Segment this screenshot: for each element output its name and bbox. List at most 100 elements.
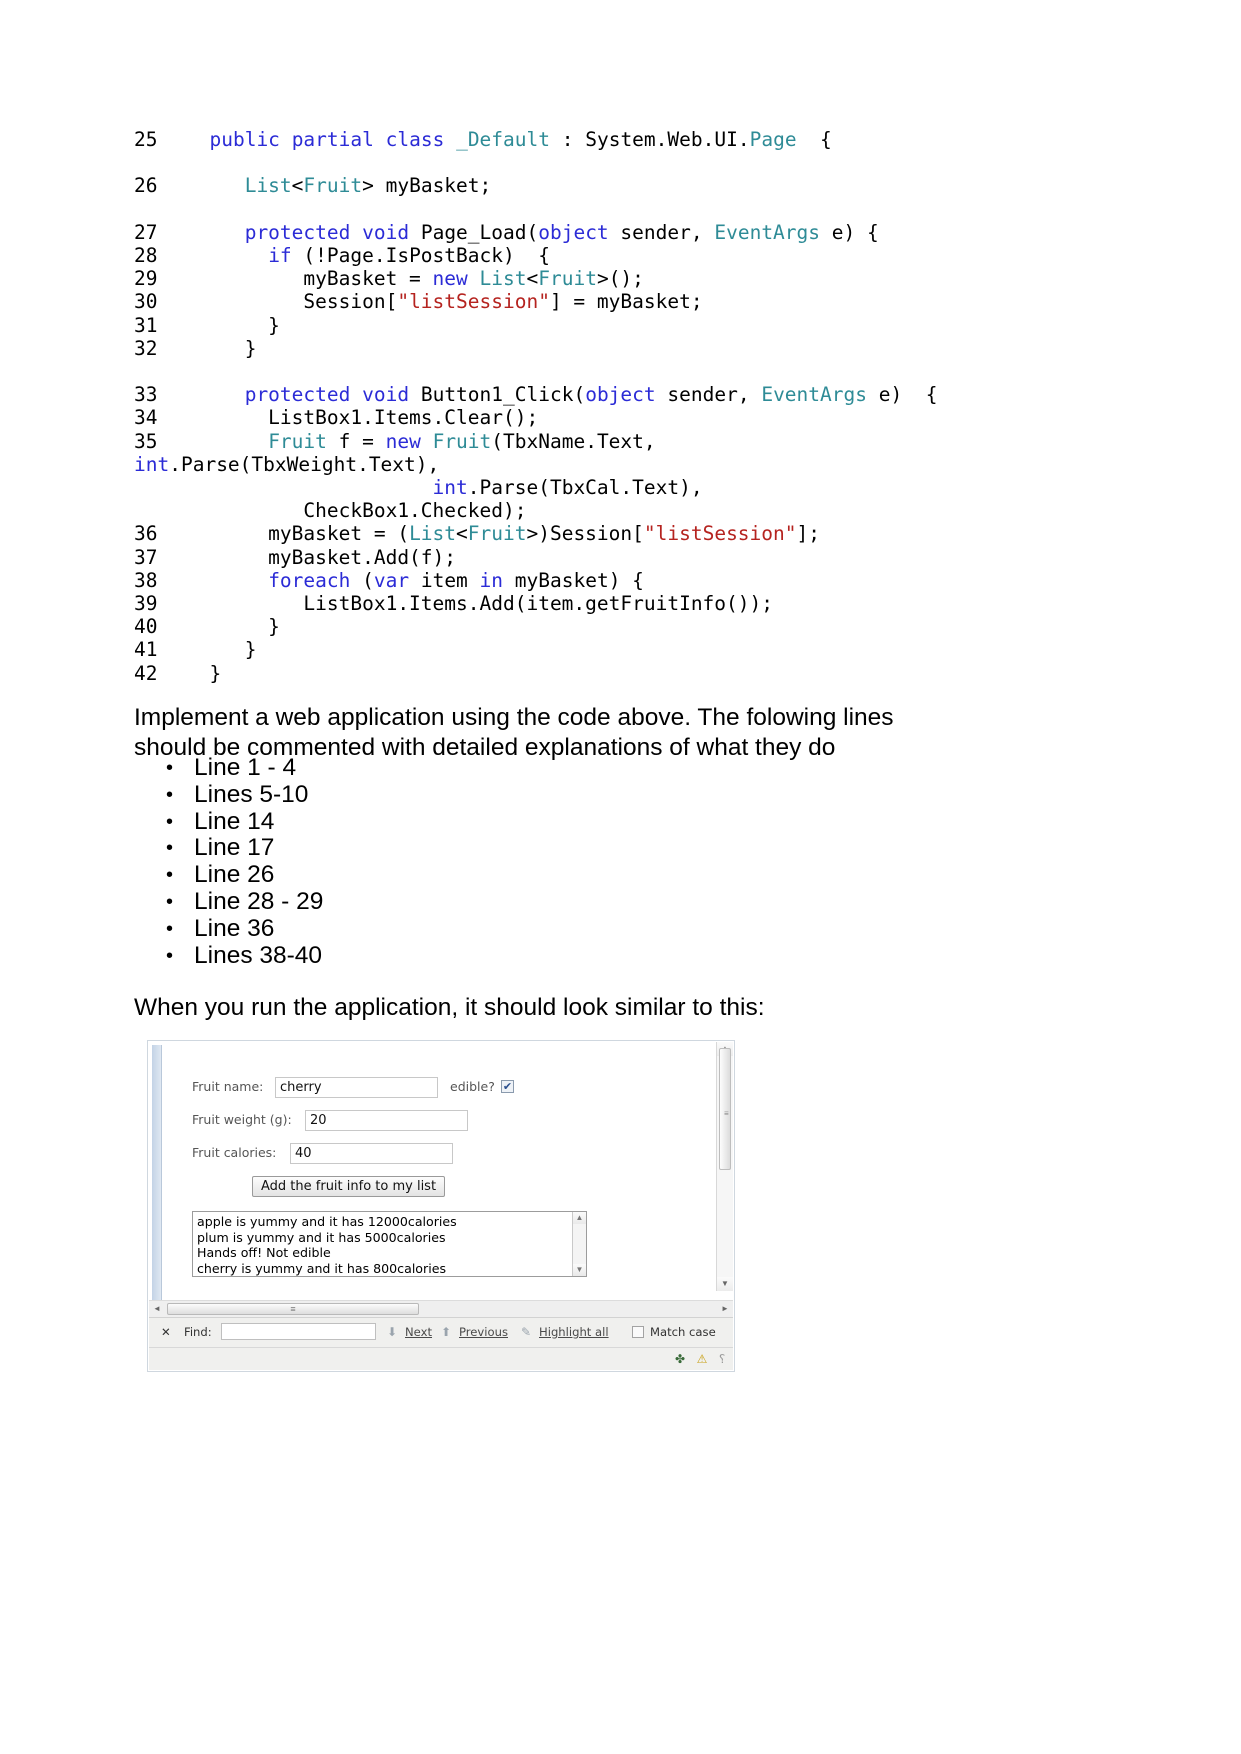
- code-line-number: 36: [134, 522, 158, 546]
- list-item-label: Line 1 - 4: [194, 754, 297, 781]
- code-token: protected: [244, 383, 351, 407]
- next-arrow-icon[interactable]: ⬇: [387, 1325, 397, 1339]
- code-token: public: [209, 128, 280, 151]
- find-previous-button[interactable]: Previous: [459, 1325, 508, 1339]
- code-token: Session[: [186, 290, 398, 314]
- fruit-calories-input[interactable]: 40: [290, 1143, 453, 1164]
- code-token: EventArgs: [761, 383, 867, 407]
- fruit-listbox-items: apple is yummy and it has 12000calories p…: [193, 1214, 572, 1276]
- bullet-icon: •: [166, 810, 174, 833]
- code-token: ] = myBasket;: [549, 290, 703, 314]
- code-line-number: 26: [134, 174, 158, 198]
- listbox-scrollbar[interactable]: ▲ ▼: [572, 1212, 586, 1276]
- code-line-number: 33: [134, 383, 158, 407]
- edible-checkbox[interactable]: ✔: [501, 1080, 514, 1093]
- warning-icon[interactable]: ⚠: [693, 1351, 711, 1367]
- code-token: partial: [291, 128, 374, 151]
- code-token: ListBox1.Items.Clear();: [186, 406, 539, 430]
- code-line: 26 List<Fruit> myBasket;: [134, 174, 1094, 197]
- code-line: 40 }: [134, 615, 1094, 638]
- hscroll-thumb[interactable]: ≡: [167, 1303, 419, 1315]
- scroll-down-icon[interactable]: ▼: [717, 1277, 733, 1291]
- code-token: myBasket =: [186, 267, 433, 291]
- code-line-number: 34: [134, 406, 158, 430]
- bullet-icon: •: [166, 864, 174, 887]
- fruit-weight-input[interactable]: 20: [305, 1110, 468, 1131]
- list-item: • Lines 5-10: [166, 781, 323, 809]
- code-line: 30 Session["listSession"] = myBasket;: [134, 290, 1094, 313]
- code-token: var: [373, 568, 410, 592]
- scroll-thumb[interactable]: ≡: [719, 1048, 731, 1170]
- highlight-pen-icon[interactable]: ✎: [521, 1325, 531, 1339]
- code-line-number: 30: [134, 290, 158, 314]
- code-line-number: 35: [134, 429, 158, 453]
- hscroll-right-icon[interactable]: ►: [717, 1301, 733, 1317]
- code-token: Page_Load(: [409, 220, 539, 244]
- code-line-number: 32: [134, 336, 158, 360]
- list-item-label: Line 36: [194, 914, 275, 942]
- list-item[interactable]: Hands off! Not edible: [193, 1245, 572, 1261]
- code-token: Button1_Click(: [409, 383, 586, 407]
- code-token: "listSession": [397, 290, 550, 314]
- browser-status-bar: ✤ ⚠ ⸮: [149, 1347, 733, 1370]
- highlight-all-button[interactable]: Highlight all: [539, 1325, 609, 1339]
- code-line-number: 25: [134, 128, 158, 151]
- document-page: 25 public partial class _Default : Syste…: [0, 0, 1241, 1754]
- list-item: • Lines 38-40: [166, 942, 323, 970]
- code-token: <: [291, 174, 304, 198]
- fruit-name-input[interactable]: cherry: [275, 1077, 438, 1098]
- bullet-icon: •: [166, 917, 174, 940]
- browser-screenshot: Fruit name: cherry edible? ✔ Fruit weigh…: [147, 1040, 735, 1372]
- code-token: new: [385, 429, 421, 453]
- code-line: 28 if (!Page.IsPostBack) {: [134, 244, 1094, 267]
- code-token: {: [796, 128, 832, 151]
- code-line: 38 foreach (var item in myBasket) {: [134, 569, 1094, 592]
- code-line: 34 ListBox1.Items.Clear();: [134, 406, 1094, 429]
- find-input[interactable]: [221, 1323, 376, 1340]
- hscroll-left-icon[interactable]: ◄: [149, 1301, 165, 1317]
- match-case-label: Match case: [650, 1325, 716, 1339]
- list-item[interactable]: plum is yummy and it has 5000calories: [193, 1230, 572, 1246]
- listbox-scroll-up-icon[interactable]: ▲: [573, 1212, 586, 1224]
- previous-arrow-icon[interactable]: ⬆: [441, 1325, 451, 1339]
- list-item-label: Line 14: [194, 807, 275, 835]
- code-token: int: [432, 476, 468, 499]
- code-token: Fruit: [432, 429, 492, 453]
- code-token: (: [350, 568, 374, 592]
- add-fruit-button[interactable]: Add the fruit info to my list: [252, 1176, 446, 1197]
- page-horizontal-scrollbar[interactable]: ◄ ≡ ►: [149, 1300, 733, 1317]
- match-case-checkbox[interactable]: [632, 1326, 644, 1338]
- fruit-listbox[interactable]: apple is yummy and it has 12000calories p…: [192, 1211, 587, 1277]
- list-item: • Line 36: [166, 914, 323, 943]
- find-next-button[interactable]: Next: [405, 1325, 432, 1339]
- code-line: 39 ListBox1.Items.Add(item.getFruitInfo(…: [134, 592, 1094, 615]
- close-icon[interactable]: ✕: [161, 1325, 171, 1339]
- code-token: myBasket = (: [186, 522, 410, 546]
- code-token: "listSession": [643, 522, 797, 546]
- code-token: in: [479, 568, 504, 592]
- run-note-paragraph: When you run the application, it should …: [134, 994, 765, 1021]
- code-token: if: [268, 243, 292, 267]
- bug-icon[interactable]: ✤: [671, 1351, 689, 1367]
- find-toolbar: ✕ Find: ⬇ Next ⬆ Previous ✎ Highlight al…: [149, 1317, 733, 1347]
- scroll-thumb-grip-icon: ≡: [724, 1109, 729, 1118]
- bullet-icon: •: [166, 837, 174, 860]
- page-vertical-scrollbar[interactable]: ▲ ≡ ▼: [716, 1042, 733, 1291]
- fruit-name-label: Fruit name:: [192, 1079, 264, 1094]
- code-token: }: [186, 336, 257, 360]
- resize-grip-icon[interactable]: ⸮: [713, 1351, 731, 1367]
- bullet-icon: •: [166, 757, 174, 779]
- code-line: 32 }: [134, 337, 1094, 360]
- code-token: EventArgs: [714, 220, 821, 244]
- list-item[interactable]: apple is yummy and it has 12000calories: [193, 1214, 572, 1230]
- list-item[interactable]: cherry is yummy and it has 800calories: [193, 1261, 572, 1276]
- listbox-scroll-down-icon[interactable]: ▼: [573, 1264, 586, 1276]
- code-token: f =: [326, 429, 386, 453]
